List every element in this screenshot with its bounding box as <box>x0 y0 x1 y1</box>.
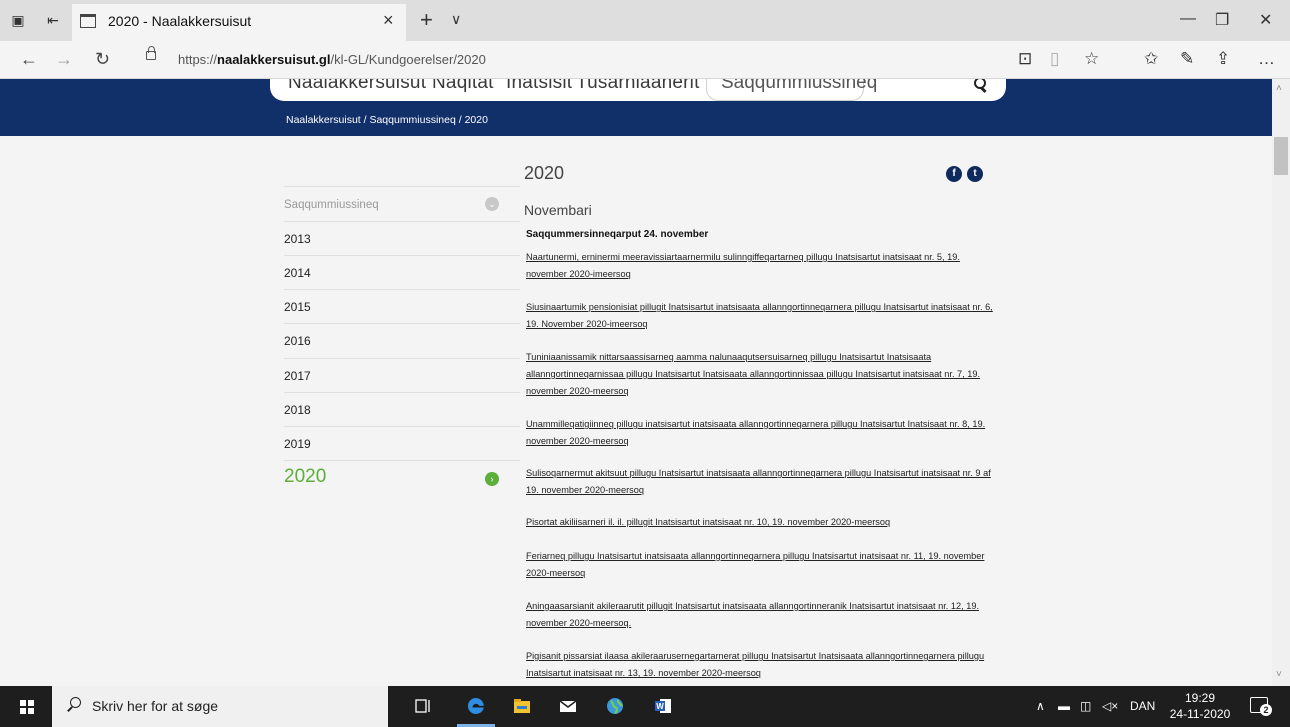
law-link[interactable]: Aningaasarsianit akileraarutit pillugit … <box>526 598 996 632</box>
new-tab-icon[interactable]: + <box>420 7 433 33</box>
volume-icon[interactable]: ◁× <box>1102 699 1118 713</box>
refresh-icon[interactable]: ↻ <box>95 49 110 70</box>
language-indicator[interactable]: DAN <box>1130 699 1155 713</box>
word-icon: W <box>655 699 671 713</box>
more-icon[interactable]: … <box>1258 50 1275 68</box>
browser-tab[interactable]: 2020 - Naalakkersuisut × <box>72 4 406 41</box>
lock-icon <box>146 46 156 60</box>
nav-item-inatsisit[interactable]: Inatsisit <box>506 79 572 94</box>
sidebar-header[interactable]: Saqqummiussineq ⌄ <box>284 186 520 220</box>
url-text: https://naalakkersuisut.gl/kl-GL/Kundgoe… <box>178 52 486 67</box>
facebook-icon[interactable]: f <box>946 166 962 182</box>
nav-item-naalakkersuisut[interactable]: Naalakkersuisut <box>288 79 426 94</box>
law-link[interactable]: Pisortat akiliisarneri il. il. pillugit … <box>526 514 996 531</box>
url-field[interactable]: https://naalakkersuisut.gl/kl-GL/Kundgoe… <box>132 46 1000 74</box>
folder-icon <box>514 699 530 713</box>
law-link[interactable]: Feriarneq pillugu Inatsisartut inatsisaa… <box>526 548 996 582</box>
notification-icon[interactable]: 2 <box>1250 697 1272 716</box>
task-view-button[interactable] <box>400 686 446 727</box>
sidebar-item-2018[interactable]: 2018 <box>284 392 520 426</box>
page-scrollbar[interactable]: ˄ ˅ <box>1272 79 1290 686</box>
breadcrumb[interactable]: Naalakkersuisut / Saqqummiussineq / 2020 <box>286 114 488 126</box>
scroll-down-icon[interactable]: ˅ <box>1276 669 1282 680</box>
close-window-icon[interactable]: ✕ <box>1259 10 1272 30</box>
sidebar-item-2013[interactable]: 2013 <box>284 221 520 255</box>
law-link[interactable]: Sulisoqarnermut akitsuut pillugu Inatsis… <box>526 465 996 499</box>
address-toolbar: ← → ↻ https://naalakkersuisut.gl/kl-GL/K… <box>0 41 1290 79</box>
taskbar-search-input[interactable]: Skriv her for at søge <box>52 686 388 727</box>
taskbar-word[interactable]: W <box>640 686 686 727</box>
publication-subheading: Saqqummersinneqarput 24. november <box>526 229 709 240</box>
taskbar-maps[interactable] <box>592 686 638 727</box>
sidebar-item-2016[interactable]: 2016 <box>284 323 520 357</box>
chevron-right-icon: › <box>485 472 499 486</box>
windows-taskbar: Skriv her for at søge W ∧ ▬ ◫ ◁× DAN 19:… <box>0 686 1290 727</box>
page-title: 2020 <box>524 163 565 183</box>
pen-icon[interactable]: ✎ <box>1180 50 1194 68</box>
scroll-up-icon[interactable]: ˄ <box>1276 83 1282 94</box>
minimize-icon[interactable]: — <box>1180 10 1196 28</box>
share-icon[interactable]: ⇪ <box>1216 50 1230 68</box>
favorite-star-icon[interactable]: ☆ <box>1084 50 1099 68</box>
taskbar-file-explorer[interactable] <box>499 686 545 727</box>
notification-count-badge: 2 <box>1260 704 1272 716</box>
chevron-down-icon[interactable]: ∨ <box>451 11 461 28</box>
law-link[interactable]: Siusinaartumik pensionisiat pillugit Ina… <box>526 299 996 333</box>
nav-item-naqitat[interactable]: Naqitat <box>432 79 494 94</box>
reading-view-icon[interactable]: ▯ <box>1050 50 1059 68</box>
web-page: Naalakkersuisut Naqitat Inatsisit Tusarn… <box>0 79 1272 686</box>
chevron-up-icon[interactable]: ∧ <box>1036 699 1045 713</box>
taskbar-edge[interactable] <box>453 686 499 727</box>
law-link[interactable]: Pigisanit pissarsiat ilaasa akileraaruse… <box>526 648 996 682</box>
search-icon <box>66 697 82 713</box>
network-icon[interactable]: ◫ <box>1080 699 1091 713</box>
tab-title: 2020 - Naalakkersuisut <box>108 13 252 29</box>
tab-actions-icon[interactable]: ▣ <box>9 11 27 29</box>
close-tab-icon[interactable]: × <box>383 10 394 31</box>
taskbar-mail[interactable] <box>545 686 591 727</box>
tabs-aside-icon[interactable]: ⇤ <box>44 11 62 29</box>
sidebar-item-2014[interactable]: 2014 <box>284 255 520 289</box>
clock[interactable]: 19:29 24-11-2020 <box>1168 690 1232 722</box>
site-navigation: Naalakkersuisut Naqitat Inatsisit Tusarn… <box>270 79 1006 101</box>
law-link[interactable]: Unammilleqatigiinneq pillugu inatsisartu… <box>526 416 996 450</box>
chevron-down-icon: ⌄ <box>485 197 499 211</box>
forward-icon[interactable]: → <box>55 49 73 70</box>
nav-item-tusarniaanerit[interactable]: Tusarniaanerit <box>576 79 700 94</box>
mail-icon <box>559 700 577 712</box>
restore-icon[interactable]: ❐ <box>1215 10 1229 30</box>
reading-list-icon[interactable]: ⊡ <box>1018 50 1032 68</box>
month-heading: Novembari <box>524 202 592 218</box>
search-icon[interactable] <box>972 79 988 93</box>
sidebar-item-2019[interactable]: 2019 <box>284 426 520 460</box>
law-link[interactable]: Naartunermi, erninermi meeravissiartaarn… <box>526 249 996 283</box>
task-view-icon <box>415 699 430 713</box>
law-link[interactable]: Tuniniaanissamik nittarsaassisarneq aamm… <box>526 349 996 400</box>
twitter-icon[interactable]: t <box>967 166 983 182</box>
sidebar-item-2017[interactable]: 2017 <box>284 358 520 392</box>
sidebar-item-2015[interactable]: 2015 <box>284 289 520 323</box>
svg-text:W: W <box>656 702 664 711</box>
edge-icon <box>467 697 484 714</box>
scrollbar-thumb[interactable] <box>1274 137 1288 175</box>
back-icon[interactable]: ← <box>20 49 38 70</box>
favorites-icon[interactable]: ✩ <box>1144 50 1158 68</box>
sidebar-item-2020[interactable]: 2020 › <box>284 460 520 494</box>
page-favicon-icon <box>80 14 96 28</box>
site-header: Naalakkersuisut Naqitat Inatsisit Tusarn… <box>0 79 1272 136</box>
windows-start-icon[interactable] <box>20 700 34 714</box>
site-search-input[interactable]: Saqqummiussineq <box>706 79 877 101</box>
globe-icon <box>607 698 623 714</box>
battery-icon[interactable]: ▬ <box>1058 699 1070 713</box>
browser-tab-bar: ▣ ⇤ 2020 - Naalakkersuisut × + ∨ — ❐ ✕ <box>0 0 1290 41</box>
